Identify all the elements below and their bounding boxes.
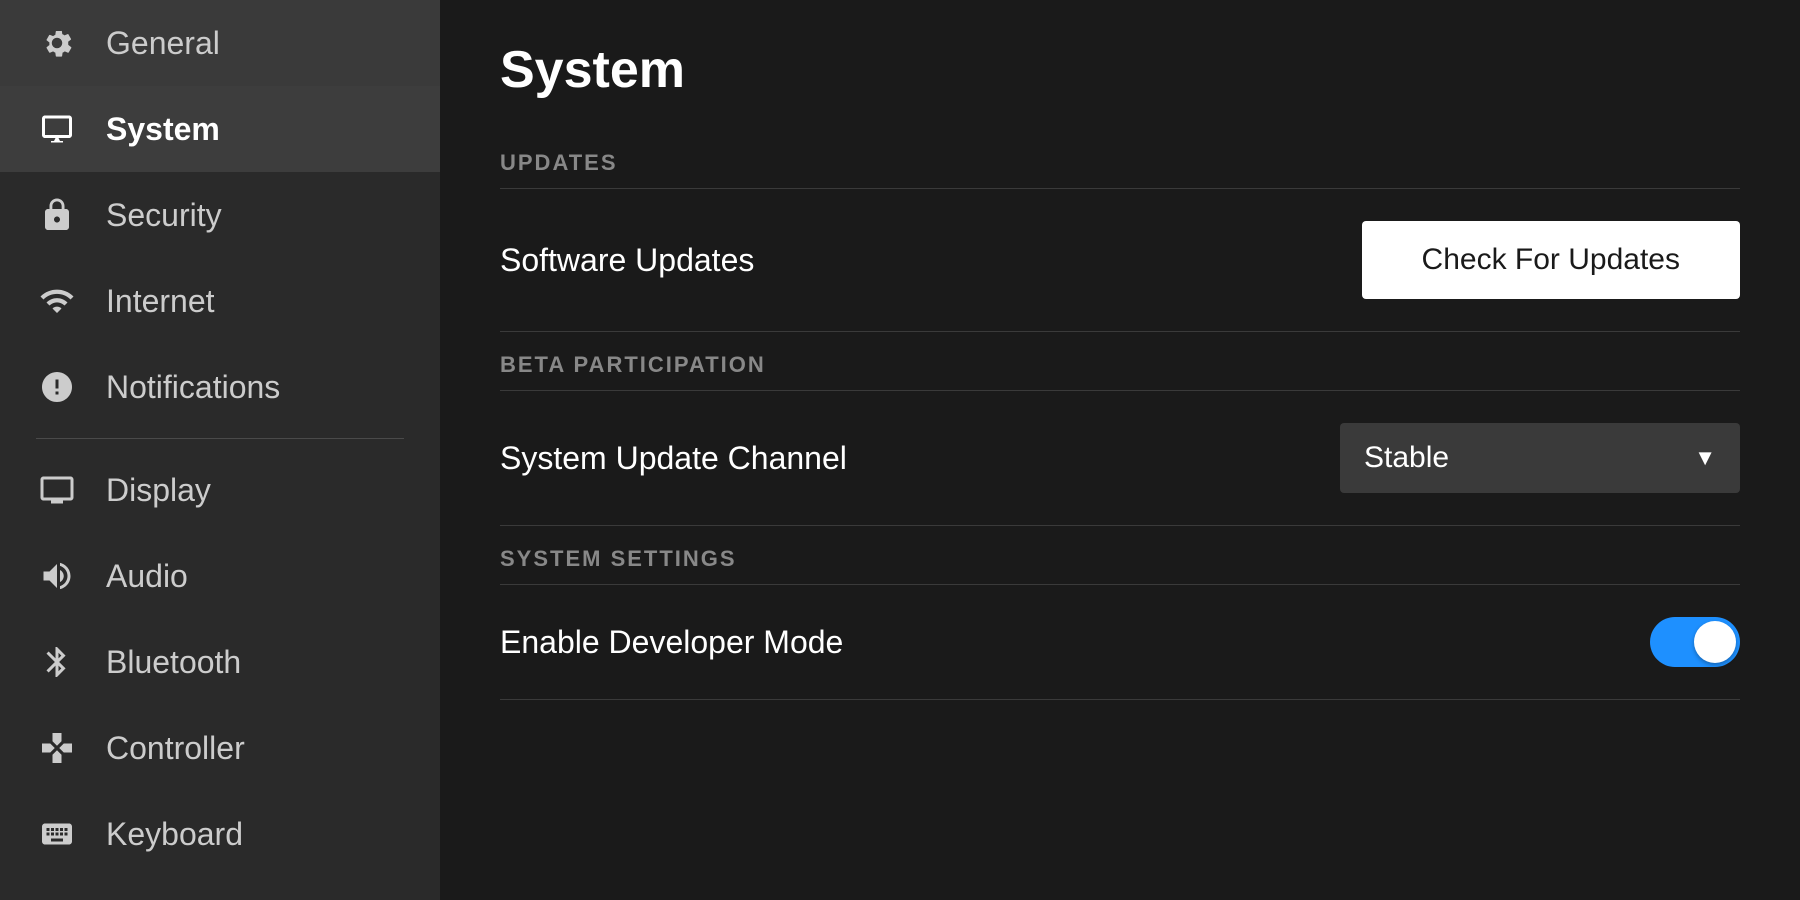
check-updates-button[interactable]: Check For Updates — [1362, 221, 1740, 299]
wifi-icon — [36, 280, 78, 322]
beta-section-label: BETA PARTICIPATION — [500, 332, 1740, 390]
sidebar-item-keyboard-label: Keyboard — [106, 816, 243, 853]
lock-icon — [36, 194, 78, 236]
updates-section-label: UPDATES — [500, 130, 1740, 188]
toggle-thumb — [1694, 621, 1736, 663]
page-title: System — [500, 40, 1740, 100]
sidebar-item-notifications-label: Notifications — [106, 369, 280, 406]
sidebar-item-internet-label: Internet — [106, 283, 215, 320]
sidebar-item-general-label: General — [106, 25, 220, 62]
system-settings-section-label: SYSTEM SETTINGS — [500, 526, 1740, 584]
audio-icon — [36, 555, 78, 597]
system-update-channel-row: System Update Channel Stable ▼ — [500, 391, 1740, 526]
update-channel-value: Stable — [1364, 441, 1449, 475]
sidebar-item-security[interactable]: Security — [0, 172, 440, 258]
sidebar-item-internet[interactable]: Internet — [0, 258, 440, 344]
display-icon — [36, 469, 78, 511]
sidebar-item-system[interactable]: System — [0, 86, 440, 172]
software-updates-row: Software Updates Check For Updates — [500, 189, 1740, 332]
main-content: System UPDATES Software Updates Check Fo… — [440, 0, 1800, 900]
sidebar-item-audio-label: Audio — [106, 558, 188, 595]
sidebar-item-display[interactable]: Display — [0, 447, 440, 533]
notifications-icon — [36, 366, 78, 408]
chevron-down-icon: ▼ — [1694, 445, 1716, 471]
system-update-channel-label: System Update Channel — [500, 440, 847, 477]
sidebar-item-keyboard[interactable]: Keyboard — [0, 791, 440, 877]
developer-mode-toggle[interactable] — [1650, 617, 1740, 667]
sidebar-item-general[interactable]: General — [0, 0, 440, 86]
sidebar-item-security-label: Security — [106, 197, 222, 234]
monitor-icon — [36, 108, 78, 150]
sidebar-item-bluetooth-label: Bluetooth — [106, 644, 241, 681]
sidebar-item-controller[interactable]: Controller — [0, 705, 440, 791]
sidebar: General System Security Internet — [0, 0, 440, 900]
sidebar-item-display-label: Display — [106, 472, 211, 509]
developer-mode-label: Enable Developer Mode — [500, 624, 843, 661]
software-updates-label: Software Updates — [500, 242, 754, 279]
update-channel-dropdown[interactable]: Stable ▼ — [1340, 423, 1740, 493]
sidebar-divider — [36, 438, 404, 439]
developer-mode-row: Enable Developer Mode — [500, 585, 1740, 700]
sidebar-item-system-label: System — [106, 111, 220, 148]
sidebar-item-notifications[interactable]: Notifications — [0, 344, 440, 430]
sidebar-item-audio[interactable]: Audio — [0, 533, 440, 619]
controller-icon — [36, 727, 78, 769]
sidebar-item-controller-label: Controller — [106, 730, 245, 767]
gear-icon — [36, 22, 78, 64]
sidebar-item-bluetooth[interactable]: Bluetooth — [0, 619, 440, 705]
bluetooth-icon — [36, 641, 78, 683]
keyboard-icon — [36, 813, 78, 855]
